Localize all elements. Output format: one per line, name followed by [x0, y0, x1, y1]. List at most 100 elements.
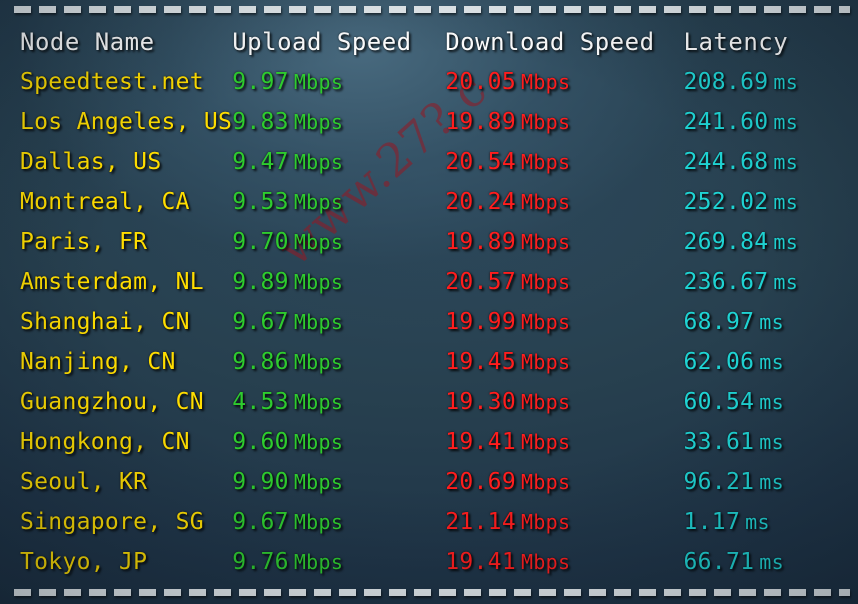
node-name-value: Seoul, KR [20, 469, 148, 495]
cell-latency: 236.67 ms [684, 262, 858, 302]
latency-unit: ms [773, 150, 799, 174]
latency-value: 241.60 [683, 109, 769, 135]
download-speed-unit: Mbps [520, 190, 571, 214]
latency-value: 62.06 [683, 349, 755, 375]
upload-speed-value: 9.70 [232, 229, 289, 255]
cell-latency: 96.21 ms [684, 462, 858, 502]
latency-unit: ms [773, 270, 799, 294]
latency-unit: ms [773, 70, 799, 94]
table-row: Dallas, US 9.47 Mbps 20.54 Mbps 244.68 ms [0, 142, 858, 182]
upload-speed-unit: Mbps [293, 550, 344, 574]
latency-unit: ms [759, 550, 784, 574]
upload-speed-unit: Mbps [293, 70, 344, 94]
upload-speed-value: 9.83 [232, 109, 289, 135]
table-row: Speedtest.net 9.97 Mbps 20.05 Mbps 208.69 ms [0, 62, 858, 102]
upload-speed-unit: Mbps [293, 230, 344, 254]
latency-value: 68.97 [683, 309, 755, 335]
upload-speed-value: 9.60 [232, 429, 289, 455]
cell-download-speed: 20.57 Mbps [445, 262, 683, 302]
download-speed-unit: Mbps [520, 150, 571, 174]
upload-speed-unit: Mbps [293, 430, 344, 454]
table-row: Hongkong, CN 9.60 Mbps 19.41 Mbps 33.61 ms [0, 422, 858, 462]
upload-speed-unit: Mbps [293, 350, 344, 374]
upload-speed-value: 9.89 [232, 269, 289, 295]
cell-download-speed: 19.41 Mbps [445, 422, 683, 462]
column-header-download-speed: Download Speed [445, 28, 655, 56]
cell-latency: 241.60 ms [684, 102, 858, 142]
cell-upload-speed: 9.89 Mbps [232, 262, 445, 302]
node-name-value: Amsterdam, NL [20, 269, 204, 295]
cell-download-speed: 20.05 Mbps [445, 62, 683, 102]
table-row: Guangzhou, CN 4.53 Mbps 19.30 Mbps 60.54 ms [0, 382, 858, 422]
download-speed-value: 19.89 [445, 109, 516, 135]
download-speed-unit: Mbps [520, 70, 571, 94]
cell-node-name: Singapore, SG [0, 502, 232, 542]
cell-node-name: Seoul, KR [0, 462, 232, 502]
node-name-value: Tokyo, JP [20, 549, 148, 575]
cell-upload-speed: 9.67 Mbps [232, 302, 445, 342]
download-speed-value: 20.24 [445, 189, 516, 215]
cell-latency: 33.61 ms [684, 422, 858, 462]
cell-node-name: Hongkong, CN [0, 422, 232, 462]
download-speed-value: 20.54 [445, 149, 516, 175]
cell-download-speed: 19.89 Mbps [445, 222, 683, 262]
download-speed-unit: Mbps [520, 390, 571, 414]
upload-speed-value: 9.53 [232, 189, 289, 215]
upload-speed-unit: Mbps [293, 270, 344, 294]
latency-unit: ms [759, 350, 784, 374]
node-name-value: Montreal, CA [20, 189, 190, 215]
latency-unit: ms [773, 230, 799, 254]
cell-download-speed: 20.69 Mbps [445, 462, 683, 502]
cell-latency: 66.71 ms [684, 542, 858, 582]
cell-node-name: Tokyo, JP [0, 542, 232, 582]
cell-upload-speed: 9.53 Mbps [232, 182, 445, 222]
cell-latency: 62.06 ms [684, 342, 858, 382]
upload-speed-value: 9.76 [232, 549, 289, 575]
speedtest-results-screen: www.27?.c Node Name Upload Speed Downloa… [0, 0, 858, 604]
cell-node-name: Montreal, CA [0, 182, 232, 222]
cell-node-name: Los Angeles, US [0, 102, 232, 142]
upload-speed-unit: Mbps [293, 470, 344, 494]
column-header-latency: Latency [683, 28, 789, 56]
cell-download-speed: 19.89 Mbps [445, 102, 683, 142]
latency-value: 33.61 [683, 429, 755, 455]
upload-speed-value: 4.53 [232, 389, 289, 415]
divider-top [14, 6, 850, 13]
upload-speed-unit: Mbps [293, 510, 344, 534]
node-name-value: Los Angeles, US [20, 109, 233, 135]
latency-unit: ms [759, 390, 784, 414]
cell-latency: 1.17 ms [684, 502, 858, 542]
download-speed-value: 19.45 [445, 349, 516, 375]
cell-upload-speed: 9.76 Mbps [232, 542, 445, 582]
table-header: Node Name Upload Speed Download Speed La… [0, 22, 858, 62]
table-row: Singapore, SG 9.67 Mbps 21.14 Mbps 1.17 ms [0, 502, 858, 542]
cell-download-speed: 20.24 Mbps [445, 182, 683, 222]
download-speed-value: 21.14 [445, 509, 516, 535]
node-name-value: Dallas, US [20, 149, 162, 175]
table-row: Shanghai, CN 9.67 Mbps 19.99 Mbps 68.97 ms [0, 302, 858, 342]
download-speed-unit: Mbps [520, 470, 571, 494]
cell-upload-speed: 9.70 Mbps [232, 222, 445, 262]
download-speed-value: 19.41 [445, 549, 516, 575]
cell-upload-speed: 9.60 Mbps [232, 422, 445, 462]
table-row: Tokyo, JP 9.76 Mbps 19.41 Mbps 66.71 ms [0, 542, 858, 582]
upload-speed-value: 9.67 [232, 309, 289, 335]
latency-value: 244.68 [683, 149, 769, 175]
download-speed-value: 20.57 [445, 269, 516, 295]
download-speed-unit: Mbps [520, 350, 571, 374]
upload-speed-unit: Mbps [293, 310, 344, 334]
upload-speed-unit: Mbps [293, 390, 344, 414]
cell-download-speed: 19.30 Mbps [445, 382, 683, 422]
cell-upload-speed: 9.97 Mbps [232, 62, 445, 102]
cell-latency: 244.68 ms [684, 142, 858, 182]
upload-speed-unit: Mbps [293, 150, 344, 174]
table-body: Speedtest.net 9.97 Mbps 20.05 Mbps 208.69 ms Lo… [0, 62, 858, 582]
download-speed-value: 19.41 [445, 429, 516, 455]
upload-speed-unit: Mbps [293, 190, 344, 214]
cell-upload-speed: 9.47 Mbps [232, 142, 445, 182]
column-header-node-name: Node Name [20, 28, 155, 56]
download-speed-value: 19.30 [445, 389, 516, 415]
table-row: Paris, FR 9.70 Mbps 19.89 Mbps 269.84 ms [0, 222, 858, 262]
upload-speed-value: 9.97 [232, 69, 289, 95]
download-speed-unit: Mbps [520, 510, 571, 534]
